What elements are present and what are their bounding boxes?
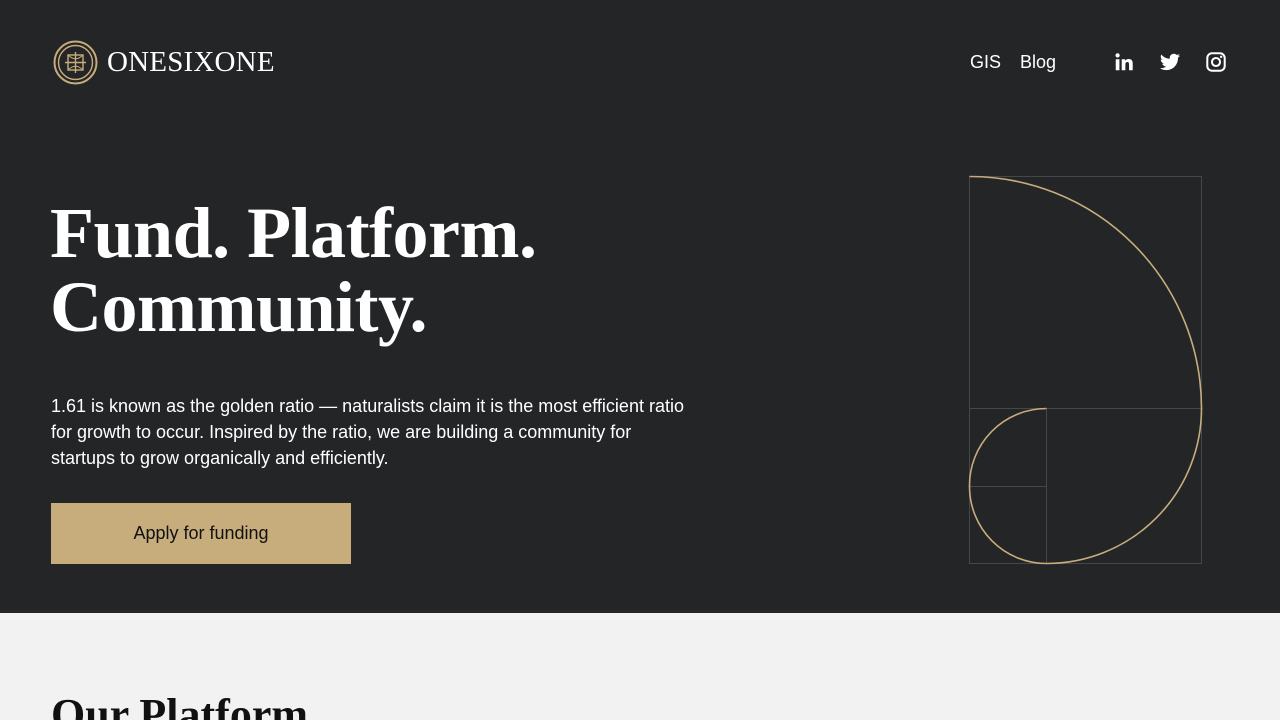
headline-line-1: Fund. Platform. <box>50 193 537 273</box>
nav-link-gis[interactable]: GIS <box>970 50 1001 74</box>
brand-logo-icon <box>53 40 98 85</box>
headline-line-2: Community. <box>50 267 428 347</box>
our-platform-heading: Our Platform <box>51 690 309 720</box>
instagram-link[interactable] <box>1204 50 1228 74</box>
nav-link-blog[interactable]: Blog <box>1020 50 1056 74</box>
instagram-icon <box>1206 52 1226 72</box>
golden-ratio-spiral-illustration <box>968 175 1203 565</box>
brand-logo-link[interactable]: ONESIXONE <box>53 40 275 85</box>
twitter-link[interactable] <box>1158 50 1182 74</box>
golden-spiral-curve <box>968 175 1203 565</box>
linkedin-icon <box>1115 53 1133 71</box>
hero-headline: Fund. Platform. Community. <box>50 193 537 347</box>
linkedin-link[interactable] <box>1112 50 1136 74</box>
hero-intro-text: 1.61 is known as the golden ratio — natu… <box>51 396 684 468</box>
top-navigation: GIS Blog <box>970 50 1228 74</box>
brand-name: ONESIXONE <box>107 46 275 78</box>
apply-for-funding-button[interactable]: Apply for funding <box>51 503 351 564</box>
twitter-icon <box>1159 53 1181 71</box>
hero-section: ONESIXONE GIS Blog Fund. Platform. Commu… <box>0 0 1280 613</box>
